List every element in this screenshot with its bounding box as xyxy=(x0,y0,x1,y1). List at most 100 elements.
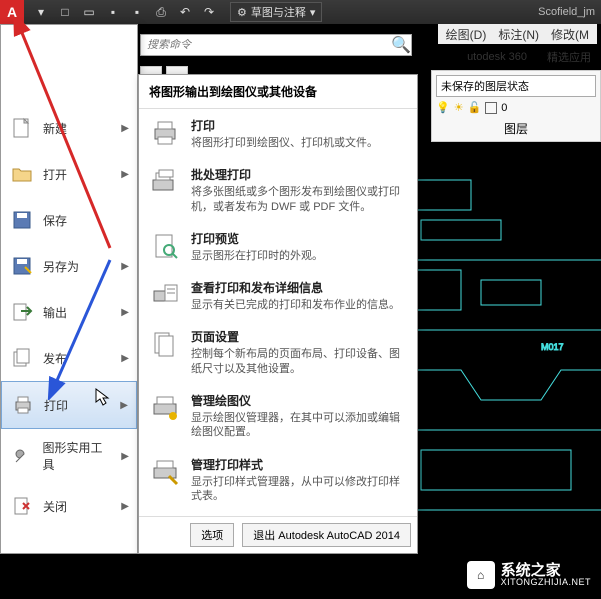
menu-item-label: 新建 xyxy=(43,120,67,137)
ribbon-tabs: utodesk 360 精选应用 xyxy=(461,44,597,70)
search-bar: 🔍 xyxy=(140,34,412,56)
menu-item-save-as[interactable]: 另存为 ▶ xyxy=(1,243,137,289)
menu-item-print[interactable]: 打印 ▶ xyxy=(1,381,137,429)
menu-item-label: 打印 xyxy=(44,397,68,414)
qat-redo-icon[interactable]: ↷ xyxy=(198,2,220,22)
submenu-title: 管理绘图仪 xyxy=(191,392,407,409)
menu-item-label: 图形实用工具 xyxy=(43,439,114,473)
user-name: Scofield_jm xyxy=(538,6,601,18)
menu-item-label: 保存 xyxy=(43,212,67,229)
app-menu-button[interactable]: A xyxy=(0,0,24,24)
submenu-title: 页面设置 xyxy=(191,328,407,345)
menu-item-open[interactable]: 打开 ▶ xyxy=(1,151,137,197)
qat-undo-icon[interactable]: ↶ xyxy=(174,2,196,22)
options-button[interactable]: 选项 xyxy=(190,523,234,547)
page-setup-icon xyxy=(149,328,181,360)
submenu-item-plotter-manager[interactable]: 管理绘图仪显示绘图仪管理器，在其中可以添加或编辑绘图仪配置。 xyxy=(139,384,417,448)
watermark: ⌂ 系统之家 XITONGZHIJIA.NET xyxy=(467,561,591,589)
qat-saveas-icon[interactable]: ▪ xyxy=(126,2,148,22)
exit-button[interactable]: 退出 Autodesk AutoCAD 2014 xyxy=(242,523,411,547)
layer-zero: 0 xyxy=(501,102,507,114)
menu-item-new[interactable]: 新建 ▶ xyxy=(1,105,137,151)
bulb-icon[interactable]: 💡 xyxy=(436,101,450,114)
submenu-desc: 显示打印样式管理器，从中可以修改打印样式表。 xyxy=(191,475,407,504)
publish-icon xyxy=(9,345,35,371)
ribbon-tab-featured[interactable]: 精选应用 xyxy=(541,47,597,67)
save-icon xyxy=(9,207,35,233)
menu-item-label: 另存为 xyxy=(43,258,79,275)
chevron-right-icon: ▶ xyxy=(120,400,128,411)
watermark-logo-icon: ⌂ xyxy=(467,561,495,589)
submenu-desc: 将图形打印到绘图仪、打印机或文件。 xyxy=(191,136,407,150)
drawing-canvas[interactable]: M017 xyxy=(401,170,601,550)
menu-item-close[interactable]: 关闭 ▶ xyxy=(1,483,137,529)
submenu-item-details[interactable]: 查看打印和发布详细信息显示有关已完成的打印和发布作业的信息。 xyxy=(139,271,417,320)
application-menu: 新建 ▶ 打开 ▶ 保存 另存为 ▶ 输出 ▶ 发布 ▶ 打印 ▶ 图形实用工具… xyxy=(0,24,138,554)
svg-text:M017: M017 xyxy=(541,342,564,352)
layer-panel-title: 图层 xyxy=(436,120,596,137)
submenu-title: 批处理打印 xyxy=(191,166,407,183)
print-style-icon xyxy=(149,456,181,488)
submenu-title: 打印预览 xyxy=(191,230,407,247)
menu-bar: 绘图(D) 标注(N) 修改(M xyxy=(438,24,597,44)
gear-icon: ⚙ xyxy=(237,6,247,19)
file-new-icon xyxy=(9,115,35,141)
chevron-down-icon: ▾ xyxy=(310,6,316,19)
wrench-icon xyxy=(9,443,35,469)
quick-access-toolbar: ▾ □ ▭ ▪ ▪ ⎙ ↶ ↷ xyxy=(30,2,220,22)
menu-item-label: 输出 xyxy=(43,304,67,321)
print-submenu: 将图形输出到绘图仪或其他设备 打印将图形打印到绘图仪、打印机或文件。 批处理打印… xyxy=(138,74,418,554)
plotter-icon xyxy=(149,392,181,424)
chevron-right-icon: ▶ xyxy=(121,307,129,318)
submenu-desc: 将多张图纸或多个图形发布到绘图仪或打印机，或者发布为 DWF 或 PDF 文件。 xyxy=(191,185,407,214)
page-info-icon xyxy=(149,279,181,311)
qat-open-icon[interactable]: ▭ xyxy=(78,2,100,22)
layer-color-swatch[interactable] xyxy=(485,102,497,114)
workspace-selector[interactable]: ⚙ 草图与注释 ▾ xyxy=(230,2,322,22)
save-as-icon xyxy=(9,253,35,279)
submenu-item-batch-print[interactable]: 批处理打印将多张图纸或多个图形发布到绘图仪或打印机，或者发布为 DWF 或 PD… xyxy=(139,158,417,222)
qat-print-icon[interactable]: ⎙ xyxy=(150,2,172,22)
qat-save-icon[interactable]: ▪ xyxy=(102,2,124,22)
layer-state-dropdown[interactable]: 未保存的图层状态 xyxy=(436,75,596,97)
submenu-item-print[interactable]: 打印将图形打印到绘图仪、打印机或文件。 xyxy=(139,109,417,158)
print-icon xyxy=(10,392,36,418)
qat-new[interactable]: ▾ xyxy=(30,2,52,22)
ribbon-tab-a360[interactable]: utodesk 360 xyxy=(461,49,533,65)
menu-modify[interactable]: 修改(M xyxy=(551,26,589,43)
qat-new-icon[interactable]: □ xyxy=(54,2,76,22)
submenu-item-print-styles[interactable]: 管理打印样式显示打印样式管理器，从中可以修改打印样式表。 xyxy=(139,448,417,512)
search-input[interactable] xyxy=(141,39,391,51)
lock-icon[interactable]: 🔓 xyxy=(468,101,482,114)
page-preview-icon xyxy=(149,230,181,262)
close-doc-icon xyxy=(9,493,35,519)
menu-item-save[interactable]: 保存 xyxy=(1,197,137,243)
menu-item-label: 关闭 xyxy=(43,498,67,515)
export-icon xyxy=(9,299,35,325)
menu-item-utilities[interactable]: 图形实用工具 ▶ xyxy=(1,429,137,483)
sun-icon[interactable]: ☀ xyxy=(454,101,464,114)
chevron-right-icon: ▶ xyxy=(121,169,129,180)
chevron-right-icon: ▶ xyxy=(121,261,129,272)
watermark-url: XITONGZHIJIA.NET xyxy=(501,578,591,587)
workspace-label: 草图与注释 xyxy=(251,4,306,20)
chevron-right-icon: ▶ xyxy=(121,451,129,462)
submenu-header: 将图形输出到绘图仪或其他设备 xyxy=(139,75,417,109)
menu-draw[interactable]: 绘图(D) xyxy=(446,26,487,43)
submenu-title: 打印 xyxy=(191,117,407,134)
submenu-item-preview[interactable]: 打印预览显示图形在打印时的外观。 xyxy=(139,222,417,271)
submenu-item-page-setup[interactable]: 页面设置控制每个新布局的页面布局、打印设备、图纸尺寸以及其他设置。 xyxy=(139,320,417,384)
submenu-desc: 显示图形在打印时的外观。 xyxy=(191,249,407,263)
printer-batch-icon xyxy=(149,166,181,198)
watermark-name: 系统之家 xyxy=(501,563,591,578)
layer-panel: 未保存的图层状态 💡 ☀ 🔓 0 图层 xyxy=(431,70,601,142)
submenu-desc: 控制每个新布局的页面布局、打印设备、图纸尺寸以及其他设置。 xyxy=(191,347,407,376)
title-bar: A ▾ □ ▭ ▪ ▪ ⎙ ↶ ↷ ⚙ 草图与注释 ▾ Scofield_jm xyxy=(0,0,601,24)
search-icon[interactable]: 🔍 xyxy=(391,35,411,55)
menu-item-publish[interactable]: 发布 ▶ xyxy=(1,335,137,381)
printer-icon xyxy=(149,117,181,149)
folder-open-icon xyxy=(9,161,35,187)
menu-item-label: 发布 xyxy=(43,350,67,367)
menu-item-export[interactable]: 输出 ▶ xyxy=(1,289,137,335)
menu-annotate[interactable]: 标注(N) xyxy=(498,26,539,43)
